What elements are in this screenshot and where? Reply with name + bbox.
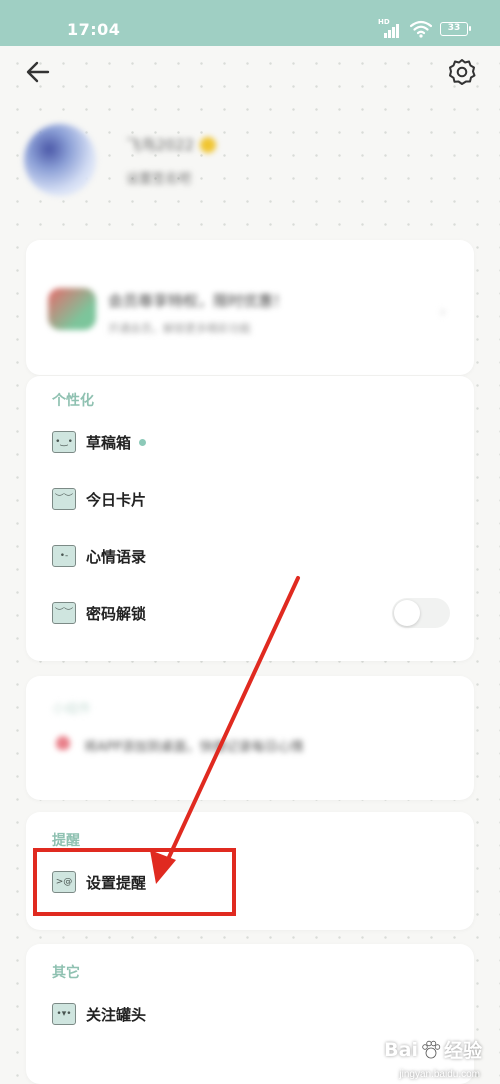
menu-item-today-card[interactable]: ︶︶ 今日卡片	[52, 485, 146, 513]
back-button[interactable]	[22, 56, 54, 88]
signal-icon: HD	[378, 18, 402, 38]
menu-item-label: 密码解锁	[86, 604, 147, 623]
profile-header[interactable]: 飞鸟2022 设置签名吧	[24, 124, 484, 204]
logo-text: Bai	[384, 1038, 418, 1061]
smile-face-icon: •‿•	[52, 431, 76, 453]
banner-content: 会员尊享特权，限时优惠！ 开通会员，解锁更多精彩功能 ›	[26, 240, 474, 375]
personalization-card: 个性化 •‿• 草稿箱 ︶︶ 今日卡片 •- 心情语录 ︶︶ 密码解锁	[26, 376, 474, 661]
banner-illustration	[48, 288, 96, 330]
avatar[interactable]	[24, 124, 96, 196]
squint-face-icon: ︶︶	[52, 488, 76, 510]
widget-title: 小组件	[52, 702, 92, 717]
password-lock-toggle[interactable]	[392, 598, 450, 628]
status-icons: HD 33	[378, 18, 471, 38]
banner-title: 会员尊享特权，限时优惠！	[108, 292, 289, 310]
widget-text: 将APP添加到桌面，快捷记录每日心情	[84, 740, 304, 755]
toggle-knob	[394, 600, 420, 626]
nickname-text: 飞鸟2022	[126, 136, 195, 154]
wifi-icon	[410, 20, 432, 38]
widget-content: 小组件 将APP添加到桌面，快捷记录每日心情	[26, 676, 474, 800]
heart-icon	[56, 736, 70, 750]
watermark-url: jingyan.baidu.com	[399, 1069, 480, 1080]
menu-item-label: 草稿箱	[86, 433, 132, 452]
settings-button[interactable]	[446, 56, 478, 88]
menu-item-label: 心情语录	[86, 547, 147, 566]
widget-card[interactable]: 小组件 将APP添加到桌面，快捷记录每日心情	[26, 676, 474, 800]
wink-face-icon: •-	[52, 545, 76, 567]
gear-icon	[449, 59, 476, 85]
baidu-watermark: Bai 经验 jingyan.baidu.com	[366, 1036, 486, 1081]
menu-item-follow[interactable]: •▾• 关注罐头	[52, 1000, 146, 1028]
section-title-remind: 提醒	[52, 833, 80, 849]
logo-suffix: 经验	[443, 1040, 482, 1062]
menu-item-password-lock[interactable]: ︶︶ 密码解锁	[52, 599, 146, 627]
profile-signature: 设置签名吧	[126, 172, 192, 187]
top-nav	[0, 46, 500, 100]
nickname: 飞鸟2022	[126, 134, 217, 155]
sleepy-face-icon: ︶︶	[52, 602, 76, 624]
grin-face-icon: •▾•	[52, 1003, 76, 1025]
battery-icon: 33	[440, 22, 471, 36]
annotation-highlight-box	[33, 848, 236, 916]
menu-item-label: 关注罐头	[86, 1005, 147, 1024]
vip-badge-icon	[200, 136, 217, 153]
status-bar: 17:04 HD 33	[0, 0, 500, 46]
section-title-personalization: 个性化	[52, 393, 94, 409]
vip-banner-card[interactable]: 会员尊享特权，限时优惠！ 开通会员，解锁更多精彩功能 ›	[26, 240, 474, 375]
chevron-right-icon: ›	[439, 302, 446, 321]
menu-item-label: 今日卡片	[86, 490, 147, 509]
paw-icon	[422, 1040, 441, 1058]
baidu-logo: Bai 经验	[384, 1036, 482, 1063]
menu-item-mood-quotes[interactable]: •- 心情语录	[52, 542, 146, 570]
status-time: 17:04	[67, 20, 121, 39]
menu-item-drafts[interactable]: •‿• 草稿箱	[52, 428, 147, 456]
battery-level: 33	[447, 23, 461, 33]
banner-subtitle: 开通会员，解锁更多精彩功能	[108, 322, 251, 335]
section-title-other: 其它	[52, 965, 80, 981]
new-badge	[139, 438, 147, 446]
arrow-left-icon	[26, 61, 50, 83]
